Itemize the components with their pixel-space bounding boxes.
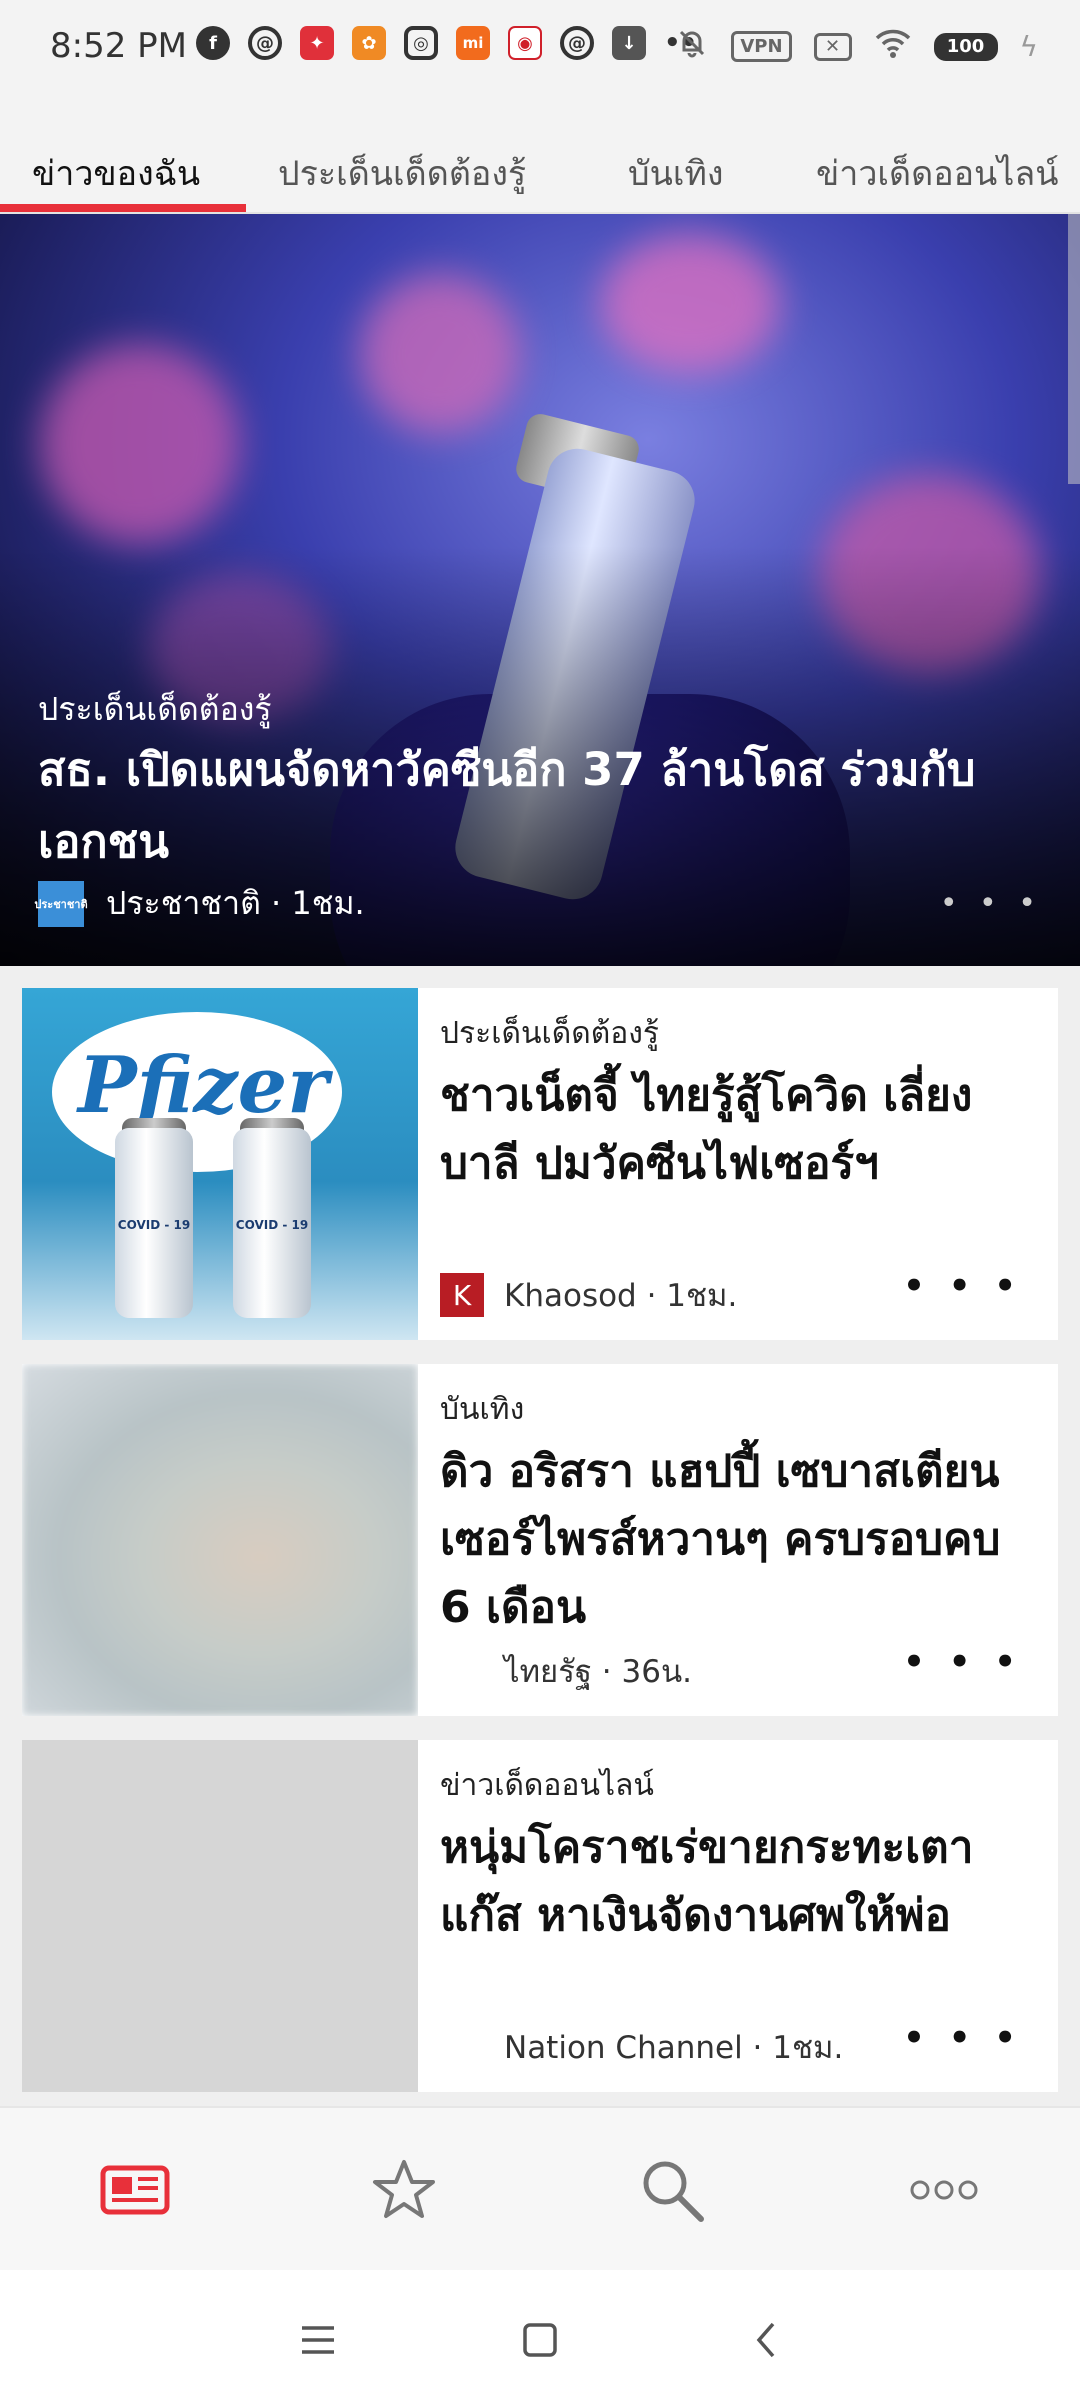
article-source[interactable]: ไทยรัฐ · 36น. <box>504 1646 692 1696</box>
tab-online-news[interactable]: ข่าวเด็ดออนไลน์ <box>816 146 1058 200</box>
article-title[interactable]: หนุ่มโคราชเร่ขายกระทะเตาแก๊ส หาเงินจัดงา… <box>440 1814 1040 1950</box>
article-thumbnail[interactable] <box>22 1364 418 1716</box>
back-chevron-icon <box>756 2322 775 2358</box>
nav-more[interactable] <box>904 2150 984 2230</box>
instagram-icon: ◎ <box>404 26 438 60</box>
source-logo-icon: K <box>440 1273 484 1317</box>
news-icon <box>100 2165 170 2215</box>
article-category[interactable]: ข่าวเด็ดออนไลน์ <box>440 1762 654 1809</box>
at-sign-icon: @ <box>560 26 594 60</box>
vpn-icon: VPN <box>731 31 792 62</box>
star-icon <box>373 2160 435 2218</box>
wifi-icon <box>874 27 912 66</box>
article-card[interactable]: ข่าวเด็ดออนไลน์ หนุ่มโคราชเร่ขายกระทะเตา… <box>22 1740 1058 2092</box>
article-body: ข่าวเด็ดออนไลน์ หนุ่มโคราชเร่ขายกระทะเตา… <box>440 1740 1040 2092</box>
article-thumbnail[interactable]: Pfizer COVID - 19 COVID - 19 <box>22 988 418 1340</box>
source-logo-icon <box>440 2025 484 2069</box>
hero-source[interactable]: ประชาชาติ · 1ชม. <box>106 878 365 929</box>
more-icon <box>910 2180 978 2200</box>
at-sign-icon: @ <box>248 26 282 60</box>
back-button[interactable] <box>736 2310 796 2370</box>
battery-icon: 100 <box>933 32 998 61</box>
download-icon: ↓ <box>612 26 646 60</box>
article-more-button[interactable]: • • • <box>903 1642 1022 1682</box>
hero-image-virus <box>360 274 520 434</box>
system-icons: VPN ✕ 100 ϟ <box>675 26 1038 67</box>
no-sim-icon: ✕ <box>813 32 852 61</box>
nav-news[interactable] <box>95 2150 175 2230</box>
source-logo-icon <box>440 1649 484 1693</box>
article-source[interactable]: Khaosod · 1ชม. <box>504 1270 737 1320</box>
hero-more-button[interactable]: • • • <box>940 886 1042 921</box>
facebook-icon: f <box>196 26 230 60</box>
charging-icon: ϟ <box>1019 30 1038 63</box>
article-thumbnail[interactable] <box>22 1740 418 2092</box>
app-icon-red: ✦ <box>300 26 334 60</box>
article-meta: ไทยรัฐ · 36น. <box>440 1646 692 1696</box>
nav-favorites[interactable] <box>364 2150 444 2230</box>
home-square-icon <box>523 2323 557 2357</box>
app-icon-red-2: ◉ <box>508 26 542 60</box>
article-category[interactable]: บันเทิง <box>440 1386 524 1433</box>
tab-must-know[interactable]: ประเด็นเด็ดต้องรู้ <box>278 146 526 200</box>
article-feed: Pfizer COVID - 19 COVID - 19 ประเด็นเด็ด… <box>0 966 1080 2106</box>
bell-off-icon <box>675 26 709 67</box>
article-meta: K Khaosod · 1ชม. <box>440 1270 737 1320</box>
article-body: ประเด็นเด็ดต้องรู้ ชาวเน็ตจี้ ไทยรู้สู้โ… <box>440 988 1040 1340</box>
article-title[interactable]: ชาวเน็ตจี้ ไทยรู้สู้โควิด เลี่ยงบาลี ปมว… <box>440 1062 1040 1198</box>
article-category[interactable]: ประเด็นเด็ดต้องรู้ <box>440 1010 659 1057</box>
source-logo-icon: ประชาชาติ <box>34 880 88 927</box>
bottom-navigation <box>0 2106 1080 2270</box>
system-navigation <box>0 2270 1080 2400</box>
article-card[interactable]: Pfizer COVID - 19 COVID - 19 ประเด็นเด็ด… <box>22 988 1058 1340</box>
hero-article[interactable]: ประเด็นเด็ดต้องรู้ สธ. เปิดแผนจัดหาวัคซี… <box>0 214 1080 966</box>
search-icon <box>643 2161 704 2222</box>
hero-meta: ประชาชาติ ประชาชาติ · 1ชม. <box>34 878 365 929</box>
status-time: 8:52 PM <box>50 26 187 66</box>
article-more-button[interactable]: • • • <box>903 1266 1022 1306</box>
article-title[interactable]: ดิว อริสรา แฮปปี้ เซบาสเตียน เซอร์ไพรส์ห… <box>440 1438 1040 1642</box>
article-more-button[interactable]: • • • <box>903 2018 1022 2058</box>
hero-image-virus <box>600 234 780 374</box>
menu-icon <box>302 2326 334 2354</box>
article-card[interactable]: บันเทิง ดิว อริสรา แฮปปี้ เซบาสเตียน เซอ… <box>22 1364 1058 1716</box>
status-bar: 8:52 PM f @ ✦ ✿ ◎ mi ◉ @ ↓ •• VPN ✕ 100 … <box>0 0 1080 96</box>
vaccine-vial-label: COVID - 19 <box>235 1218 309 1232</box>
article-body: บันเทิง ดิว อริสรา แฮปปี้ เซบาสเตียน เซอ… <box>440 1364 1040 1716</box>
scrollbar[interactable] <box>1068 214 1080 484</box>
menu-button[interactable] <box>288 2310 348 2370</box>
mi-icon: mi <box>456 26 490 60</box>
hero-image-virus <box>40 344 240 544</box>
hero-title[interactable]: สธ. เปิดแผนจัดหาวัคซีนอีก 37 ล้านโดส ร่ว… <box>38 734 1028 878</box>
hero-category[interactable]: ประเด็นเด็ดต้องรู้ <box>38 684 272 735</box>
article-meta: Nation Channel · 1ชม. <box>440 2022 843 2072</box>
app-icon-orange: ✿ <box>352 26 386 60</box>
tab-my-news[interactable]: ข่าวของฉัน <box>32 146 200 200</box>
article-source[interactable]: Nation Channel · 1ชม. <box>504 2022 843 2072</box>
category-tabs: ข่าวของฉัน ประเด็นเด็ดต้องรู้ บันเทิง ข่… <box>0 96 1080 214</box>
tab-entertainment[interactable]: บันเทิง <box>628 146 723 200</box>
notification-icons: f @ ✦ ✿ ◎ mi ◉ @ ↓ •• <box>196 26 697 60</box>
nav-search[interactable] <box>632 2150 712 2230</box>
vaccine-vial-label: COVID - 19 <box>117 1218 191 1232</box>
home-button[interactable] <box>510 2310 570 2370</box>
active-tab-indicator <box>0 204 246 212</box>
